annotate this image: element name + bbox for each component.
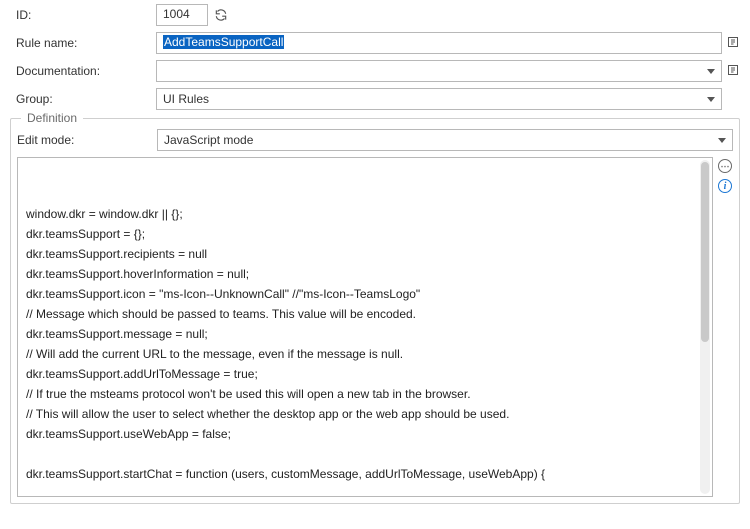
documentation-label: Documentation:	[16, 64, 156, 78]
id-field[interactable]: 1004	[156, 4, 208, 26]
more-icon[interactable]: ⋯	[718, 159, 732, 173]
editmode-value: JavaScript mode	[164, 133, 253, 147]
group-label: Group:	[16, 92, 156, 106]
chevron-down-icon	[707, 69, 715, 74]
documentation-combo[interactable]	[156, 60, 722, 82]
editmode-label: Edit mode:	[17, 133, 157, 147]
scrollbar-thumb[interactable]	[701, 162, 709, 342]
group-value: UI Rules	[163, 92, 209, 106]
scrollbar[interactable]	[700, 160, 710, 494]
group-combo[interactable]: UI Rules	[156, 88, 722, 110]
definition-fieldset: Definition Edit mode: JavaScript mode wi…	[10, 118, 740, 504]
rulename-side-icon[interactable]	[726, 36, 740, 51]
id-label: ID:	[16, 8, 156, 22]
info-icon[interactable]: i	[718, 179, 732, 193]
editmode-combo[interactable]: JavaScript mode	[157, 129, 733, 151]
documentation-side-icon[interactable]	[726, 64, 740, 79]
rulename-field[interactable]: AddTeamsSupportCall	[156, 32, 722, 54]
chevron-down-icon	[718, 138, 726, 143]
chevron-down-icon	[707, 97, 715, 102]
code-editor[interactable]: window.dkr = window.dkr || {}; dkr.teams…	[17, 157, 713, 497]
refresh-id-icon[interactable]	[212, 6, 230, 24]
definition-legend: Definition	[21, 111, 83, 125]
rulename-label: Rule name:	[16, 36, 156, 50]
